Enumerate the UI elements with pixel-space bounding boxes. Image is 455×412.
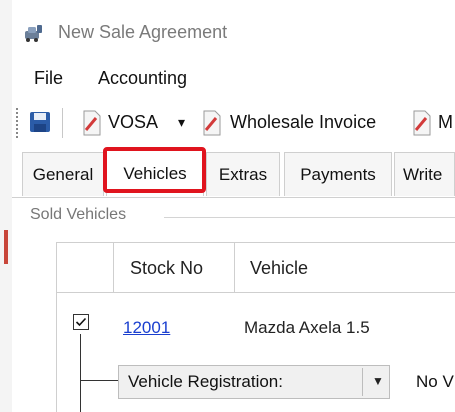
tab-label: Write	[403, 164, 443, 184]
window-title: New Sale Agreement	[58, 22, 228, 42]
grid-left-border	[56, 242, 57, 412]
menu-file[interactable]: File	[34, 68, 63, 89]
check-icon	[75, 317, 87, 327]
stock-number-link[interactable]: 12001	[123, 318, 170, 338]
grid-column-divider	[234, 242, 235, 293]
tab-write[interactable]: Write	[394, 152, 455, 196]
tab-payments[interactable]: Payments	[284, 152, 392, 196]
tab-label: Extras	[218, 164, 268, 184]
floppy-disk-icon[interactable]	[28, 110, 52, 134]
menu-accounting[interactable]: Accounting	[98, 68, 187, 89]
tab-strip-baseline	[12, 197, 455, 198]
car-key-icon	[22, 22, 44, 44]
sold-vehicles-group-label: Sold Vehicles	[30, 206, 133, 224]
vehicle-name-cell: Mazda Axela 1.5	[244, 318, 370, 337]
grid-column-divider	[113, 242, 114, 293]
column-header-vehicle[interactable]: Vehicle	[250, 258, 308, 279]
menu-bar	[12, 62, 455, 98]
chevron-down-icon[interactable]: ▼	[372, 374, 384, 388]
tab-label: General	[32, 164, 94, 184]
tree-connector	[80, 380, 118, 381]
column-header-stock-no[interactable]: Stock No	[130, 258, 203, 279]
tree-connector	[80, 334, 81, 412]
background-window-accent	[4, 230, 8, 264]
pdf-document-icon	[202, 110, 222, 136]
pdf-document-icon	[412, 110, 432, 136]
tab-general[interactable]: General	[22, 152, 104, 196]
vehicle-registration-label: Vehicle Registration:	[128, 372, 283, 391]
toolbar-grip[interactable]	[16, 108, 18, 138]
tab-extras[interactable]: Extras	[206, 152, 280, 196]
toolbar-truncated-button[interactable]: M	[438, 112, 453, 133]
toolbar-separator	[62, 108, 63, 138]
tab-label: Payments	[300, 164, 376, 184]
vehicle-registration-value: No V	[416, 372, 454, 391]
dropdown-separator	[362, 368, 363, 396]
background-window-edge	[0, 0, 12, 412]
tab-highlight-box	[103, 147, 206, 193]
row-select-checkbox[interactable]	[73, 314, 89, 330]
vosa-dropdown-arrow[interactable]: ▾	[178, 114, 185, 131]
wholesale-invoice-button[interactable]: Wholesale Invoice	[230, 112, 376, 133]
pdf-document-icon	[82, 110, 102, 136]
vosa-button[interactable]: VOSA	[108, 112, 158, 133]
group-separator	[164, 217, 455, 218]
